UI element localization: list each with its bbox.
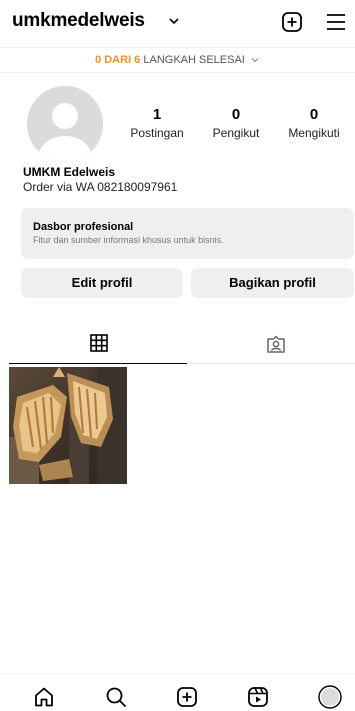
professional-dashboard[interactable]: Dasbor profesional Fitur dan sumber info… — [21, 208, 354, 259]
share-profile-button[interactable]: Bagikan profil — [191, 268, 354, 298]
dashboard-title: Dasbor profesional — [33, 221, 134, 233]
profile-name: UMKM Edelweis — [23, 165, 116, 179]
followers-count: 0 — [231, 106, 241, 123]
active-tab-indicator — [9, 363, 187, 364]
post-thumbnail[interactable] — [9, 367, 127, 484]
grid-icon — [90, 334, 108, 352]
search-icon[interactable] — [104, 685, 128, 709]
posts-label: Postingan — [130, 126, 184, 140]
tab-tagged[interactable] — [187, 326, 355, 364]
create-icon[interactable] — [175, 685, 199, 709]
edit-profile-button[interactable]: Edit profil — [21, 268, 183, 298]
reels-icon[interactable] — [246, 685, 270, 709]
chevron-down-icon[interactable] — [167, 14, 181, 28]
posts-stat[interactable]: 1 Postingan — [117, 106, 197, 142]
create-icon[interactable] — [280, 10, 304, 34]
posts-count: 1 — [152, 106, 162, 123]
steps-label: LANGKAH SELESAI — [140, 54, 245, 66]
home-icon[interactable] — [32, 685, 56, 709]
following-label: Mengikuti — [288, 126, 340, 140]
avatar-placeholder-icon — [27, 86, 103, 162]
following-count: 0 — [309, 106, 319, 123]
dashboard-subtitle: Fitur dan sumber informasi khusus untuk … — [33, 235, 224, 245]
tab-divider — [187, 363, 355, 364]
chevron-down-icon — [251, 58, 259, 63]
steps-count: 0 DARI 6 — [95, 54, 141, 66]
top-bar: umkmedelweis — [0, 0, 355, 44]
tagged-icon — [267, 335, 285, 353]
menu-icon[interactable] — [324, 10, 348, 34]
following-stat[interactable]: 0 Mengikuti — [274, 106, 354, 142]
followers-stat[interactable]: 0 Pengikut — [196, 106, 276, 142]
profile-avatar[interactable] — [27, 86, 103, 162]
post-photo — [9, 367, 127, 484]
profile-bio: Order via WA 082180097961 — [23, 180, 178, 194]
bottom-navigation — [0, 673, 355, 711]
account-username[interactable]: umkmedelweis — [12, 10, 145, 32]
profile-avatar-icon[interactable] — [318, 685, 342, 709]
followers-label: Pengikut — [212, 126, 260, 140]
setup-steps-banner[interactable]: 0 DARI 6 LANGKAH SELESAI — [0, 47, 355, 73]
tab-posts-grid[interactable] — [9, 326, 187, 364]
